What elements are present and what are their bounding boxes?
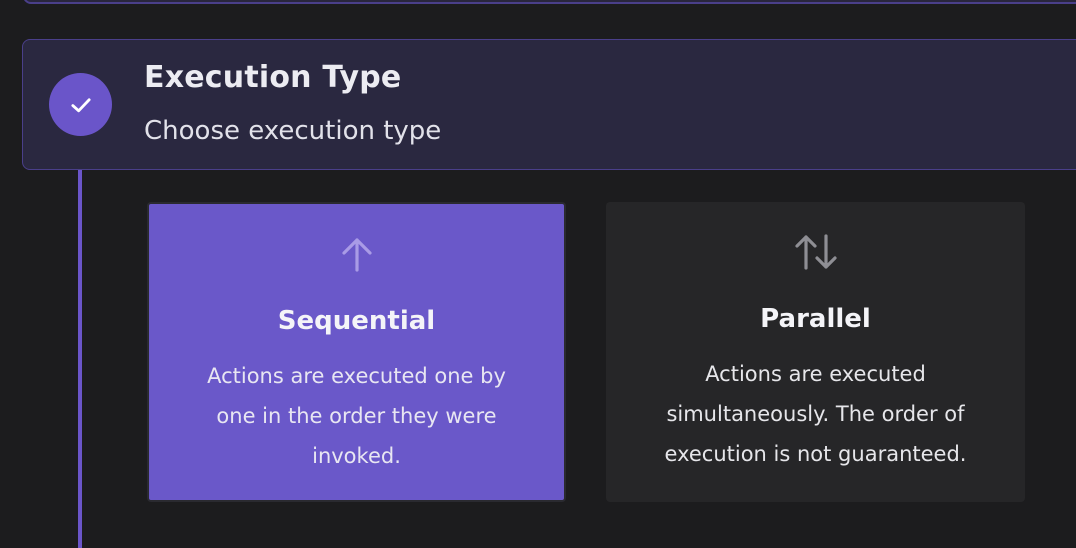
option-description: Actions are executed simultaneously. The…	[664, 362, 967, 466]
option-parallel[interactable]: Parallel Actions are executed simultaneo…	[606, 202, 1025, 502]
previous-step-card	[23, 0, 1076, 4]
step-subtitle: Choose execution type	[144, 116, 442, 146]
step-complete-badge	[49, 73, 112, 136]
execution-type-step-card[interactable]: Execution Type Choose execution type	[22, 39, 1076, 170]
step-title: Execution Type	[144, 60, 402, 95]
step-timeline-line	[78, 170, 82, 548]
wizard-panel: Execution Type Choose execution type Seq…	[0, 0, 1076, 548]
option-title: Sequential	[277, 306, 436, 336]
arrow-up-icon	[149, 234, 564, 274]
arrows-up-down-icon	[606, 232, 1025, 272]
option-sequential[interactable]: Sequential Actions are executed one by o…	[147, 202, 566, 502]
option-description: Actions are executed one by one in the o…	[207, 364, 506, 468]
option-title: Parallel	[760, 304, 871, 334]
check-icon	[70, 97, 91, 112]
